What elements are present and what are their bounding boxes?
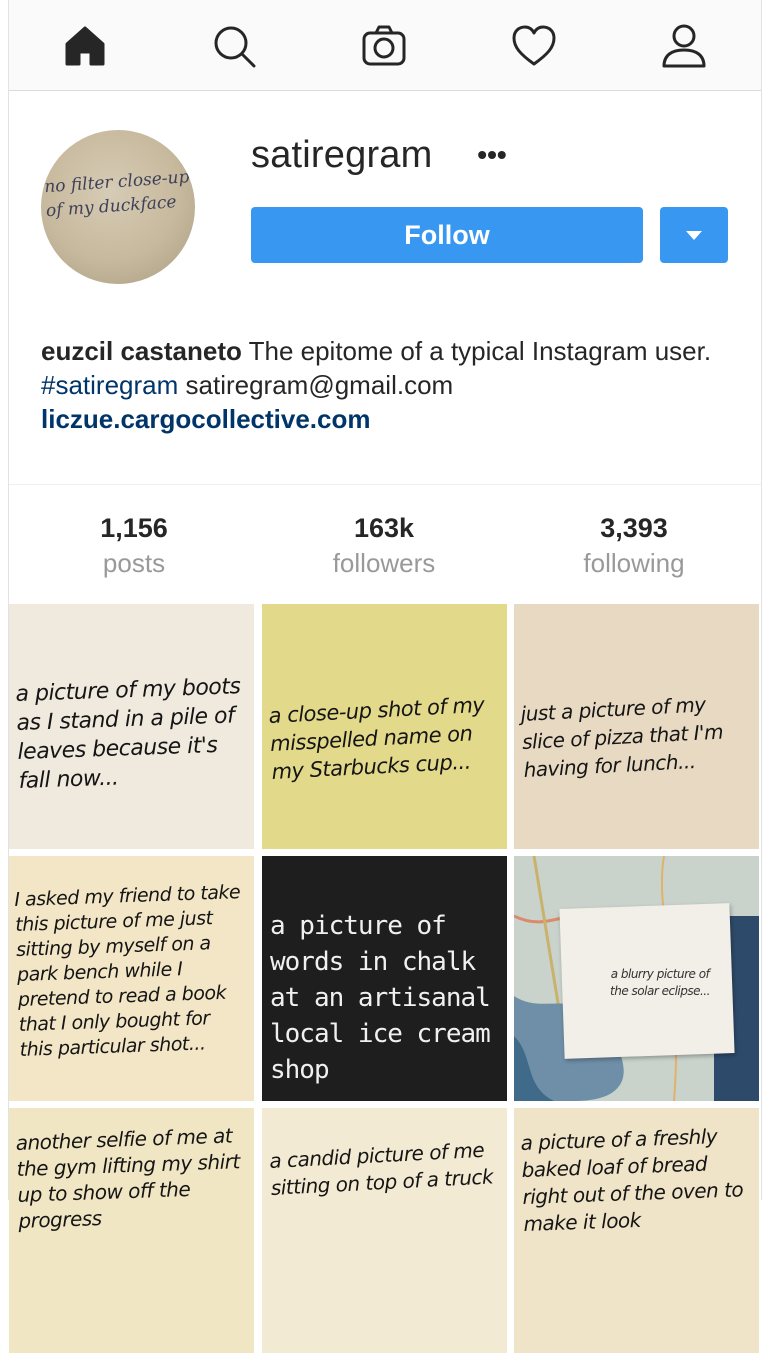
post-caption: a blurry picture of the solar eclipse... [610, 967, 710, 998]
post-caption: a picture of a freshly baked loaf of bre… [520, 1124, 744, 1236]
post-thumbnail[interactable]: a close-up shot of my misspelled name on… [262, 604, 507, 849]
bio-email: satiregram@gmail.com [178, 370, 454, 400]
post-thumbnail[interactable]: I asked my friend to take this picture o… [9, 856, 254, 1101]
home-icon[interactable] [57, 18, 113, 74]
post-thumbnail[interactable]: a blurry picture of the solar eclipse... [514, 856, 759, 1101]
top-nav-bar [9, 0, 761, 91]
stat-value: 163k [353, 513, 415, 543]
more-options-icon[interactable]: ••• [477, 140, 507, 170]
follow-button[interactable]: Follow [251, 207, 643, 263]
stat-following[interactable]: 3,393 following [509, 511, 759, 581]
stat-label: following [583, 548, 685, 578]
bio-hashtag-link[interactable]: #satiregram [41, 370, 178, 400]
suggestions-dropdown-button[interactable] [660, 207, 728, 263]
profile-username: satiregram [251, 134, 433, 176]
profile-bio: euzcil castaneto The epitome of a typica… [41, 334, 741, 436]
bio-website-link[interactable]: liczue.cargocollective.com [41, 402, 741, 436]
heart-icon[interactable] [506, 18, 562, 74]
bio-full-name: euzcil castaneto [41, 336, 242, 366]
post-caption: a picture of words in chalk at an artisa… [270, 911, 491, 1085]
app-frame: no filter close-up of my duckface satire… [8, 0, 762, 1353]
stat-label: followers [332, 548, 436, 578]
post-caption: a candid picture of me sitting on top of… [268, 1137, 494, 1200]
post-thumbnail[interactable]: a picture of words in chalk at an artisa… [262, 856, 507, 1101]
post-caption: a close-up shot of my misspelled name on… [268, 692, 485, 784]
post-thumbnail[interactable]: another selfie of me at the gym lifting … [9, 1108, 254, 1353]
profile-icon[interactable] [656, 18, 712, 74]
post-thumbnail[interactable]: a picture of my boots as I stand in a pi… [9, 604, 254, 849]
post-thumbnail[interactable]: a candid picture of me sitting on top of… [262, 1108, 507, 1353]
stat-posts: 1,156 posts [9, 511, 259, 581]
post-caption: just a picture of my slice of pizza that… [520, 692, 724, 782]
chevron-down-icon [686, 230, 702, 240]
bio-text: The epitome of a typical Instagram user. [241, 336, 712, 366]
stat-value: 3,393 [600, 513, 668, 543]
profile-stats: 1,156 posts 163k followers 3,393 followi… [9, 484, 761, 605]
post-thumbnail[interactable]: a picture of a freshly baked loaf of bre… [514, 1108, 759, 1353]
stat-value: 1,156 [100, 513, 168, 543]
search-icon[interactable] [206, 18, 262, 74]
post-thumbnail[interactable]: just a picture of my slice of pizza that… [514, 604, 759, 849]
post-caption: I asked my friend to take this picture o… [14, 881, 241, 1061]
stat-followers[interactable]: 163k followers [259, 511, 509, 581]
avatar[interactable]: no filter close-up of my duckface [41, 130, 195, 284]
avatar-caption: no filter close-up of my duckface [43, 167, 191, 222]
camera-icon[interactable] [356, 18, 412, 74]
stat-label: posts [102, 548, 166, 578]
post-caption: another selfie of me at the gym lifting … [15, 1123, 241, 1233]
post-caption: a picture of my boots as I stand in a pi… [15, 674, 241, 794]
